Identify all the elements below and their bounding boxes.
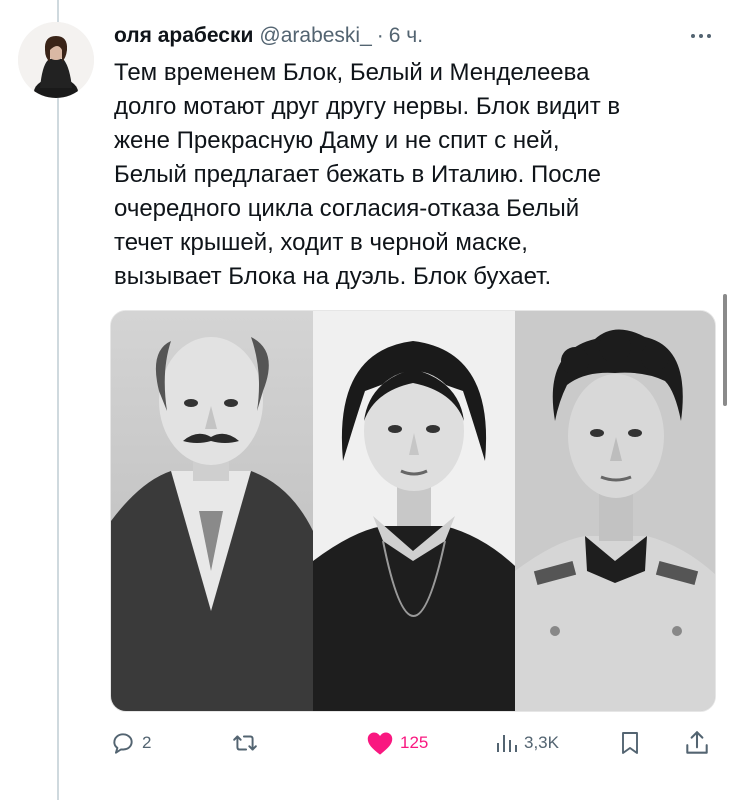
like-button[interactable]: 125 [366,725,428,761]
share-button[interactable] [684,725,710,761]
bookmark-button[interactable] [618,725,642,761]
views-count: 3,3K [524,733,559,752]
tweet-time[interactable]: 6 ч. [389,24,423,48]
avatar-image [18,22,94,98]
author-handle[interactable]: @arabeski_ [259,24,371,48]
separator-dot: · [376,24,384,47]
views-icon [497,735,517,752]
heart-icon [367,732,393,755]
tweet-text-line: вызывает Блока на дуэль. Блок бухает. [114,263,552,290]
tweet-actions: 2 125 3,3K [110,725,720,761]
tweet-text-line: жене Прекрасную Даму и не спит с ней, [114,127,560,154]
author-name[interactable]: оля арабески [114,24,253,48]
portrait-3-image [515,311,715,711]
media-photo-2[interactable] [313,311,515,711]
media-photo-1[interactable] [111,311,313,711]
bookmark-icon [622,732,638,754]
tweet-text-line: течет крышей, ходит в черной маске, [114,229,528,256]
thread-line [57,0,59,800]
tweet-text-line: Тем временем Блок, Белый и Менделеева [114,59,590,86]
portrait-1-image [111,311,313,711]
reply-button[interactable]: 2 [110,725,151,761]
retweet-icon [233,735,257,751]
like-count: 125 [400,733,429,752]
more-icon[interactable] [681,22,721,50]
media-photo-3[interactable] [515,311,715,711]
tweet-text: Тем временем Блок, Белый и Менделеева до… [114,56,714,294]
tweet-text-line: очередного цикла согласия-отказа Белый [114,195,580,222]
retweet-button[interactable] [232,725,264,761]
share-icon [686,731,708,754]
portrait-2-image [313,311,515,711]
scrollbar-thumb[interactable] [723,294,727,406]
reply-icon [113,733,133,754]
tweet-media[interactable] [110,310,716,712]
tweet-text-line: долго мотают друг другу нервы. Блок види… [114,93,621,120]
tweet-text-line: Белый предлагает бежать в Италию. После [114,161,601,188]
reply-count: 2 [142,733,152,752]
tweet-header: оля арабески @arabeski_ · 6 ч. [114,22,423,50]
avatar[interactable] [18,22,94,98]
views-button[interactable]: 3,3K [494,725,559,761]
